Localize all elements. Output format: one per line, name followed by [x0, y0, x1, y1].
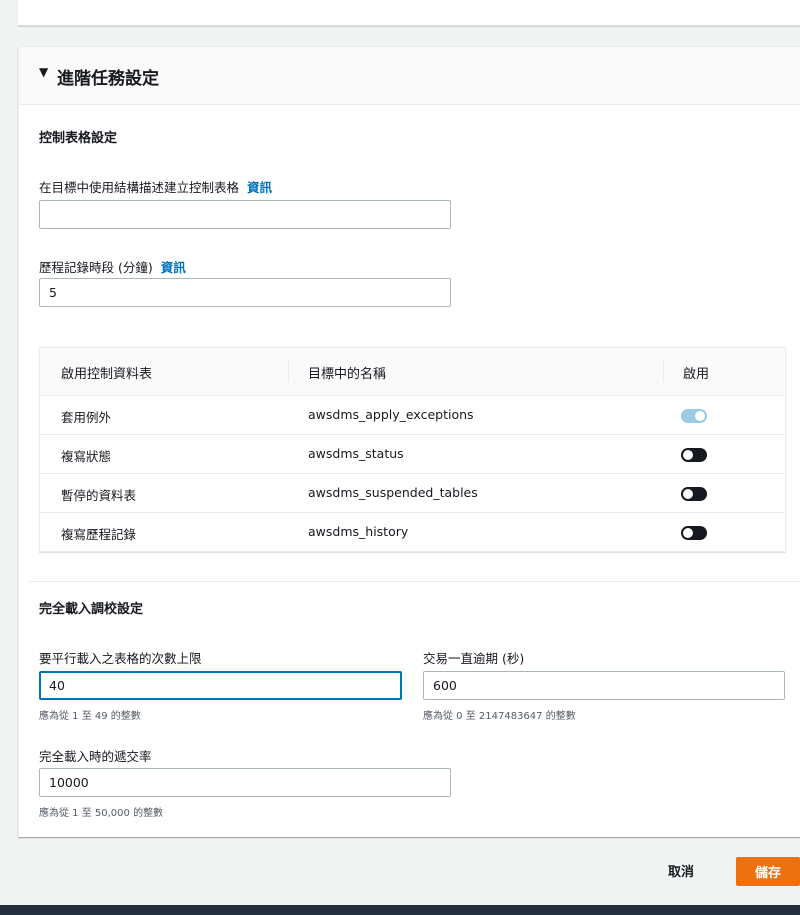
save-button[interactable]: 儲存 — [736, 857, 800, 886]
row-table-name: 複寫歷程記錄 — [61, 527, 137, 542]
suspended-tables-toggle[interactable] — [681, 487, 707, 501]
toggle-knob — [695, 411, 705, 421]
apply-exceptions-toggle[interactable] — [681, 409, 707, 423]
toggle-knob — [683, 489, 693, 499]
schema-info-link[interactable]: 資訊 — [247, 180, 272, 195]
history-info-link[interactable]: 資訊 — [161, 260, 186, 275]
row-table-name: 暫停的資料表 — [61, 488, 137, 503]
table-header: 啟用控制資料表 目標中的名稱 啟用 — [40, 348, 785, 396]
transaction-timeout-input[interactable] — [423, 671, 785, 700]
commit-rate-input[interactable] — [39, 768, 451, 797]
history-label: 歷程記錄時段 (分鐘) 資訊 — [39, 257, 186, 276]
row-target-name: awsdms_status — [308, 446, 404, 461]
control-tables-table: 啟用控制資料表 目標中的名稱 啟用 套用例外 awsdms_apply_exce… — [39, 347, 786, 552]
toggle-knob — [683, 450, 693, 460]
history-timeslot-input[interactable] — [39, 278, 451, 307]
row-table-name: 複寫狀態 — [61, 449, 112, 464]
replication-status-toggle[interactable] — [681, 448, 707, 462]
cancel-button[interactable]: 取消 — [668, 861, 694, 880]
column-header-enabled: 啟用 — [683, 367, 710, 382]
column-header-name: 目標中的名稱 — [308, 367, 387, 382]
column-separator — [663, 360, 664, 382]
column-separator — [288, 360, 289, 382]
column-header-table: 啟用控制資料表 — [61, 367, 153, 382]
replication-history-toggle[interactable] — [681, 526, 707, 540]
schema-label-text: 在目標中使用結構描述建立控制表格 — [39, 180, 240, 195]
row-target-name: awsdms_apply_exceptions — [308, 407, 474, 422]
table-row: 複寫狀態 awsdms_status — [40, 435, 785, 474]
row-target-name: awsdms_suspended_tables — [308, 485, 478, 500]
console-footer-bar — [0, 905, 800, 915]
max-tables-input[interactable] — [39, 671, 402, 700]
max-tables-label: 要平行載入之表格的次數上限 — [39, 651, 202, 666]
control-tables-heading: 控制表格設定 — [39, 131, 118, 146]
table-row: 暫停的資料表 awsdms_suspended_tables — [40, 474, 785, 513]
previous-section-card — [18, 0, 800, 26]
advanced-settings-header[interactable]: ▼ 進階任務設定 — [19, 47, 800, 105]
transaction-timeout-label: 交易一直逾期 (秒) — [423, 651, 525, 666]
full-load-tuning-heading: 完全載入調校設定 — [39, 602, 144, 617]
section-title[interactable]: 進階任務設定 — [57, 64, 159, 89]
section-divider — [29, 581, 800, 582]
max-tables-hint: 應為從 1 至 49 的整數 — [39, 711, 141, 722]
schema-input[interactable] — [39, 200, 451, 229]
row-target-name: awsdms_history — [308, 524, 409, 539]
commit-rate-label: 完全載入時的遞交率 — [39, 749, 152, 764]
transaction-timeout-hint: 應為從 0 至 2147483647 的整數 — [423, 711, 576, 722]
table-row: 複寫歷程記錄 awsdms_history — [40, 513, 785, 552]
row-table-name: 套用例外 — [61, 410, 112, 425]
schema-label: 在目標中使用結構描述建立控制表格 資訊 — [39, 177, 272, 196]
advanced-task-settings-panel: ▼ 進階任務設定 控制表格設定 在目標中使用結構描述建立控制表格 資訊 歷程記錄時… — [18, 46, 800, 837]
commit-rate-hint: 應為從 1 至 50,000 的整數 — [39, 808, 164, 819]
history-label-text: 歷程記錄時段 (分鐘) — [39, 260, 153, 275]
toggle-knob — [683, 528, 693, 538]
table-row: 套用例外 awsdms_apply_exceptions — [40, 396, 785, 435]
caret-down-icon[interactable]: ▼ — [39, 65, 48, 79]
